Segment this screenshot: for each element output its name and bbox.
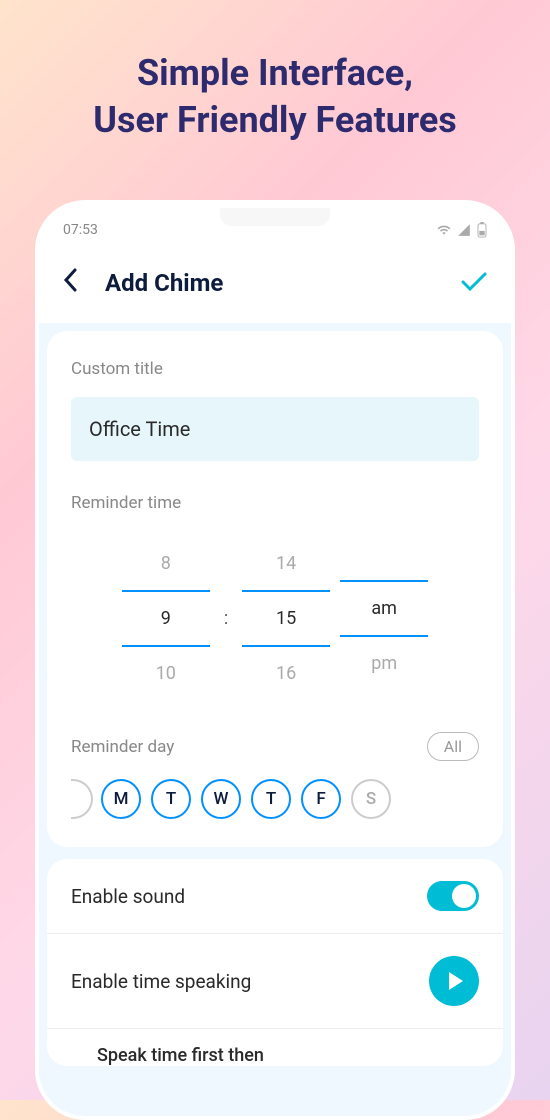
hour-prev[interactable]: 8 [122,537,210,590]
period-selected[interactable]: am [340,580,428,637]
day-sunday-partial[interactable] [71,779,93,819]
speak-time-first-label: Speak time first then [47,1029,503,1066]
period-prev [340,548,428,580]
play-button[interactable] [429,956,479,1006]
sound-settings-card: Enable sound Enable time speaking Speak … [47,859,503,1066]
enable-time-speaking-row: Enable time speaking [47,934,503,1029]
day-monday[interactable]: M [101,779,141,819]
reminder-day-header: Reminder day All [71,732,479,761]
custom-title-label: Custom title [71,359,479,379]
signal-icon [457,223,471,237]
battery-icon [477,222,487,238]
day-friday[interactable]: F [301,779,341,819]
minute-selected[interactable]: 15 [242,590,330,647]
checkmark-icon [461,272,487,292]
chime-settings-card: Custom title Office Time Reminder time 8… [47,331,503,847]
reminder-time-label: Reminder time [71,493,479,513]
reminder-day-label: Reminder day [71,737,174,757]
phone-frame: 07:53 Add Chime Custom title Office Time… [35,200,515,1120]
enable-sound-row: Enable sound [47,859,503,934]
day-saturday[interactable]: S [351,779,391,819]
minute-prev[interactable]: 14 [242,537,330,590]
all-days-button[interactable]: All [427,732,479,761]
confirm-button[interactable] [461,266,487,299]
day-wednesday[interactable]: W [201,779,241,819]
promo-line-1: Simple Interface, [0,50,550,97]
custom-title-input[interactable]: Office Time [71,397,479,461]
content-area: Custom title Office Time Reminder time 8… [39,323,511,1120]
hour-next[interactable]: 10 [122,647,210,700]
day-tuesday[interactable]: T [151,779,191,819]
status-icons [437,222,487,238]
hour-selected[interactable]: 9 [122,590,210,647]
wifi-icon [437,223,451,237]
status-time: 07:53 [63,222,98,238]
period-column[interactable]: am pm [340,548,428,690]
enable-sound-label: Enable sound [71,885,185,908]
period-next[interactable]: pm [340,637,428,690]
play-icon [449,972,463,990]
back-button[interactable] [63,266,77,299]
promo-headline: Simple Interface, User Friendly Features [0,0,550,144]
day-thursday[interactable]: T [251,779,291,819]
time-picker[interactable]: 8 9 10 : 14 15 16 am pm [71,537,479,700]
enable-time-speaking-label: Enable time speaking [71,970,251,993]
hour-column[interactable]: 8 9 10 [122,537,210,700]
enable-sound-toggle[interactable] [427,881,479,911]
page-header: Add Chime [39,246,511,323]
phone-notch [220,208,330,226]
minute-column[interactable]: 14 15 16 [242,537,330,700]
toggle-knob [452,884,476,908]
time-colon: : [220,608,232,629]
page-title: Add Chime [105,269,223,297]
days-row: M T W T F S [71,779,479,819]
minute-next[interactable]: 16 [242,647,330,700]
chevron-left-icon [63,268,77,292]
promo-line-2: User Friendly Features [0,97,550,144]
